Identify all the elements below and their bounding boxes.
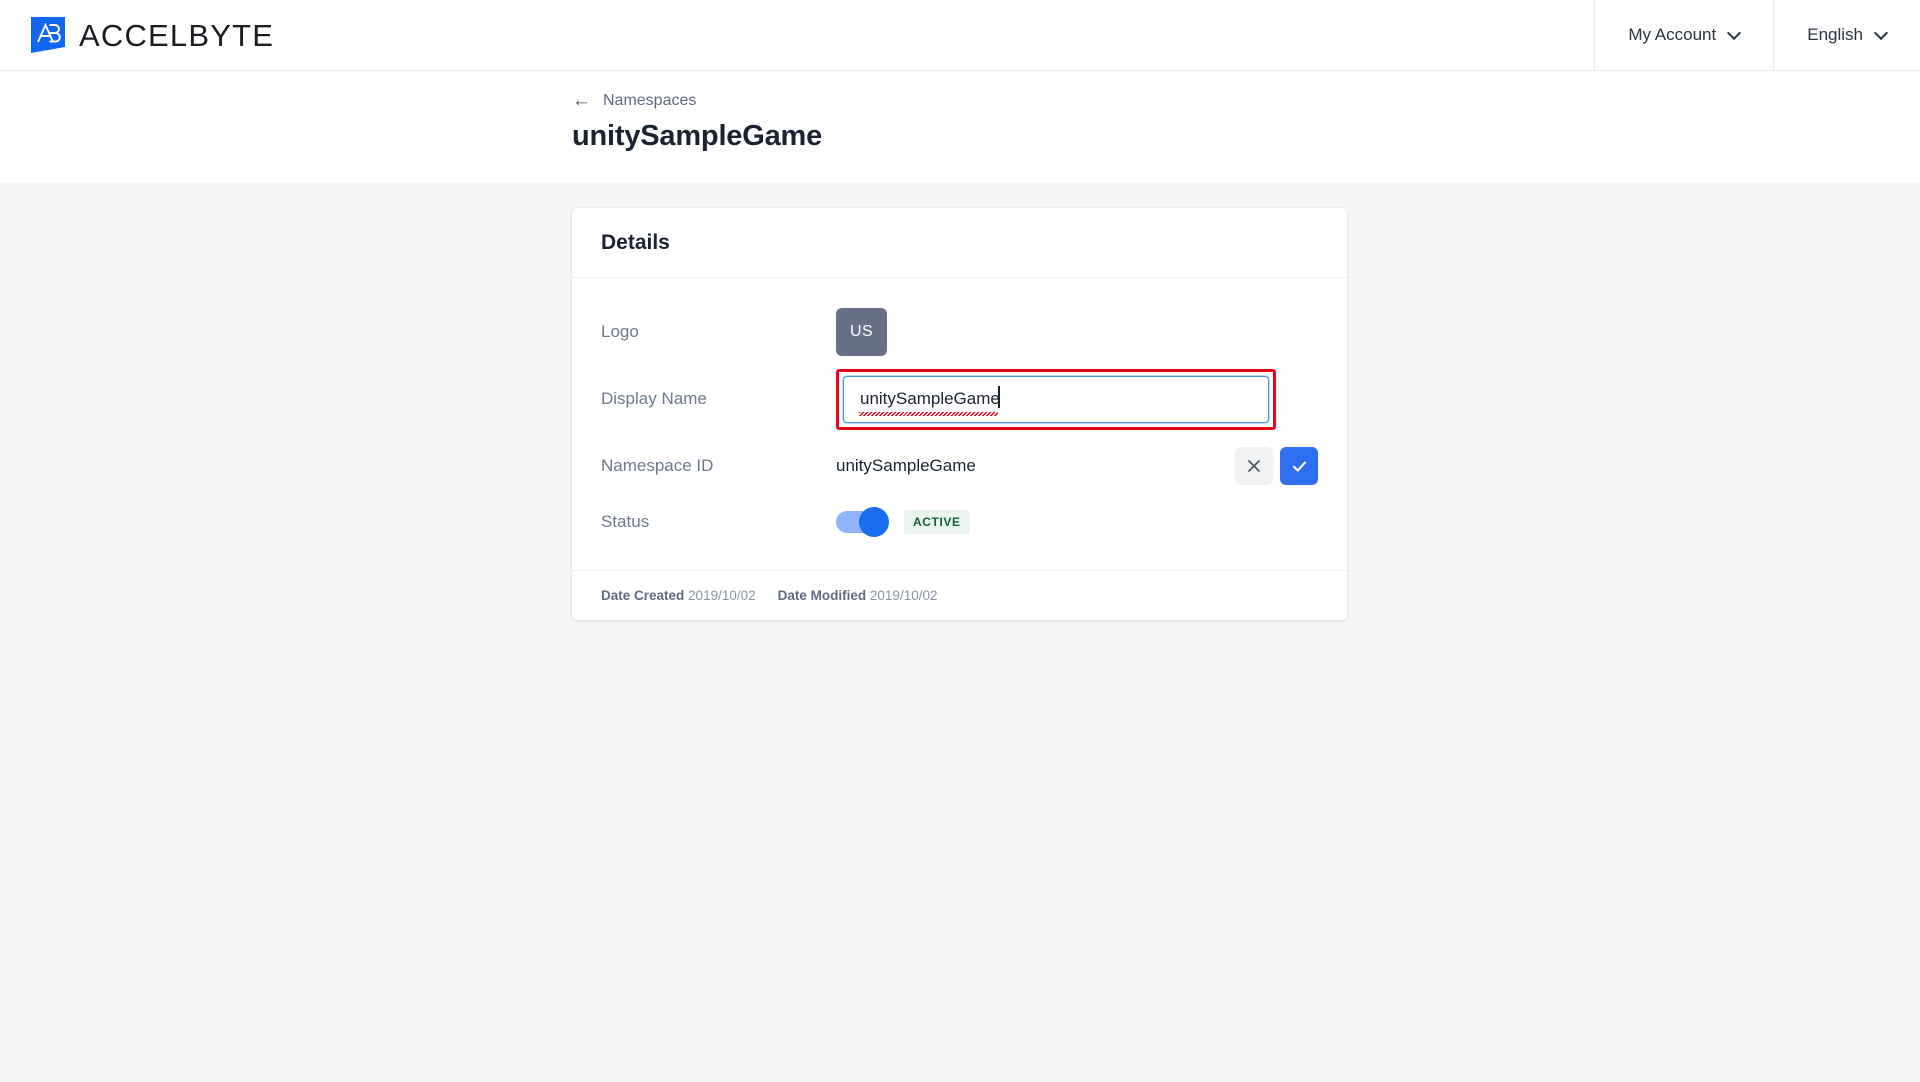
page-header: ← Namespaces unitySampleGame	[0, 71, 1920, 183]
logo-label: Logo	[601, 322, 639, 341]
arrow-left-icon: ←	[572, 90, 591, 111]
close-icon	[1247, 459, 1261, 473]
display-name-field	[836, 368, 1318, 430]
date-created: Date Created 2019/10/02	[601, 588, 756, 603]
check-icon	[1292, 461, 1306, 472]
page-title: unitySampleGame	[572, 120, 823, 152]
details-card-title: Details	[572, 208, 1347, 278]
status-label: Status	[601, 512, 650, 531]
language-label: English	[1807, 25, 1863, 44]
date-created-label: Date Created	[601, 588, 685, 603]
top-nav: My Account English	[1594, 0, 1920, 70]
row-logo: Logo US	[601, 304, 1318, 360]
display-name-input[interactable]	[843, 375, 1269, 423]
date-created-value: 2019/10/02	[688, 588, 756, 603]
avatar[interactable]: US	[836, 308, 887, 356]
logo-field: US	[836, 308, 1318, 356]
status-field: ACTIVE	[836, 507, 1318, 537]
content-area: Details Logo US Display Name unitySample…	[0, 183, 1920, 1082]
status-toggle-knob	[859, 507, 889, 537]
accelbyte-logo-icon	[31, 17, 65, 53]
brand-logo[interactable]: ACCEL BYTE	[0, 0, 274, 70]
brand-word-solid: ACCEL	[79, 17, 189, 53]
cancel-button[interactable]	[1235, 447, 1273, 485]
details-card: Details Logo US Display Name unitySample…	[572, 208, 1347, 620]
display-name-annotation-box	[836, 368, 1276, 430]
confirm-button[interactable]	[1280, 447, 1318, 485]
my-account-menu[interactable]: My Account	[1594, 0, 1773, 70]
namespace-id-value: unitySampleGame	[836, 456, 976, 475]
namespace-id-field: unitySampleGame	[836, 447, 1318, 485]
language-menu[interactable]: English	[1773, 0, 1920, 70]
row-namespace-id: Namespace ID unitySampleGame	[601, 438, 1318, 494]
details-card-footer: Date Created 2019/10/02 Date Modified 20…	[572, 570, 1347, 620]
namespace-id-label: Namespace ID	[601, 456, 714, 475]
display-name-label: Display Name	[601, 389, 707, 408]
chevron-down-icon	[1876, 28, 1887, 39]
details-card-body: Logo US Display Name Namespace ID	[572, 278, 1347, 570]
date-modified: Date Modified 2019/10/02	[778, 588, 938, 603]
edit-actions	[1235, 447, 1318, 485]
breadcrumb-label: Namespaces	[603, 91, 697, 109]
chevron-down-icon	[1729, 28, 1740, 39]
status-toggle[interactable]	[836, 507, 889, 537]
my-account-label: My Account	[1628, 25, 1717, 44]
top-bar: ACCEL BYTE My Account English	[0, 0, 1920, 71]
date-modified-label: Date Modified	[777, 588, 867, 603]
status-badge: ACTIVE	[904, 510, 970, 534]
row-display-name: Display Name	[601, 360, 1318, 438]
breadcrumb[interactable]: ← Namespaces	[572, 91, 696, 110]
brand-wordmark: ACCEL BYTE	[79, 20, 274, 51]
row-status: Status ACTIVE	[601, 494, 1318, 550]
date-modified-value: 2019/10/02	[869, 588, 938, 603]
brand-word-striped: BYTE	[188, 17, 275, 53]
